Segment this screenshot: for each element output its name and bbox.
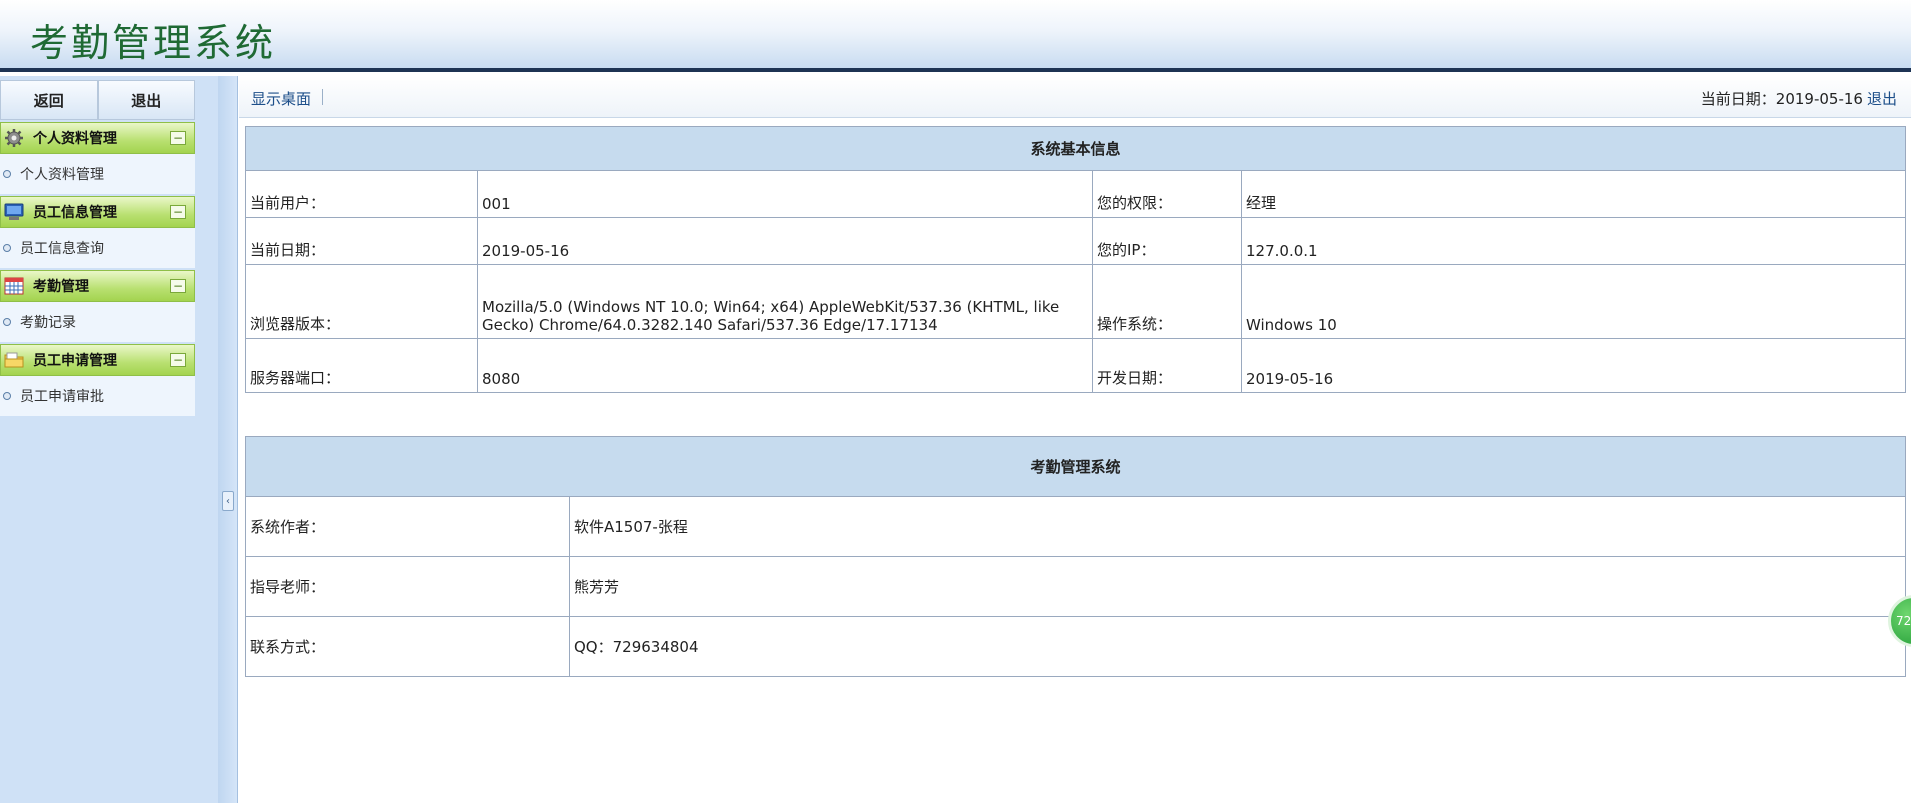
info-key: 开发日期： [1092,338,1242,393]
info-value: Mozilla/5.0 (Windows NT 10.0; Win64; x64… [477,264,1093,339]
info-key: 当前用户： [245,170,478,218]
main-content: 显示桌面 当前日期：2019-05-16 退出 系统基本信息 当前用户： 001… [239,76,1911,803]
info-value: 经理 [1240,170,1907,218]
back-button[interactable]: 返回 [0,80,98,120]
sidebar-item-personal-info[interactable]: 个人资料管理 [0,164,104,184]
sidebar-splitter[interactable]: ‹ [218,76,238,803]
bullet-icon [3,244,11,252]
sidebar-group-body: 员工信息查询 [0,228,195,268]
bullet-icon [3,392,11,400]
toolbar-divider [322,89,323,105]
info-key: 您的权限： [1092,170,1242,218]
system-info-title: 系统基本信息 [244,126,1907,171]
sidebar-group-employee-info[interactable]: 员工信息管理 − [0,196,195,228]
info-key: 当前日期： [245,217,478,265]
about-key: 指导老师： [245,556,570,617]
sidebar: 返回 退出 个人资料管理 − 个人资料管理 员工信息管理 − 员工信息查询 考勤… [0,76,218,803]
show-desktop-link[interactable]: 显示桌面 [251,88,311,109]
table-row: 系统作者： 软件A1507-张程 [245,496,1907,557]
info-value: 001 [477,170,1093,218]
collapse-sidebar-icon[interactable]: ‹ [222,491,234,511]
info-value: 8080 [477,338,1093,393]
sidebar-item-request-approval[interactable]: 员工申请审批 [0,386,104,406]
toolbar: 显示桌面 当前日期：2019-05-16 退出 [239,76,1911,118]
bullet-icon [3,318,11,326]
app-title: 考勤管理系统 [30,21,277,65]
logout-button[interactable]: 退出 [97,80,195,120]
collapse-icon[interactable]: − [170,279,186,293]
info-value: 2019-05-16 [1240,338,1907,393]
sidebar-item-attendance-records[interactable]: 考勤记录 [0,312,76,332]
table-row: 联系方式： QQ：729634804 [245,616,1907,677]
table-row: 浏览器版本： Mozilla/5.0 (Windows NT 10.0; Win… [245,264,1907,339]
calendar-icon [3,276,25,296]
table-row: 指导老师： 熊芳芳 [245,556,1907,617]
about-title: 考勤管理系统 [244,436,1907,497]
bullet-icon [3,170,11,178]
info-key: 服务器端口： [245,338,478,393]
table-row: 服务器端口： 8080 开发日期： 2019-05-16 [245,338,1907,393]
about-key: 联系方式： [245,616,570,677]
sidebar-item-employee-query[interactable]: 员工信息查询 [0,238,104,258]
collapse-icon[interactable]: − [170,353,186,367]
folder-icon [3,350,25,370]
app-header: 考勤管理系统 [0,0,1911,72]
logout-link[interactable]: 退出 [1867,88,1897,109]
about-table: 考勤管理系统 系统作者： 软件A1507-张程 指导老师： 熊芳芳 联系方式： … [244,436,1907,677]
table-row: 当前用户： 001 您的权限： 经理 [245,170,1907,218]
table-row: 当前日期： 2019-05-16 您的IP： 127.0.0.1 [245,217,1907,265]
about-key: 系统作者： [245,496,570,557]
sidebar-top-buttons: 返回 退出 [0,80,195,120]
sidebar-group-body: 个人资料管理 [0,154,195,194]
about-value: 软件A1507-张程 [568,496,1907,557]
info-value: 127.0.0.1 [1240,217,1907,265]
about-value: 熊芳芳 [568,556,1907,617]
current-date-area: 当前日期：2019-05-16 退出 [1701,88,1897,109]
collapse-icon[interactable]: − [170,205,186,219]
gear-icon [3,128,25,148]
sidebar-item-label: 员工申请审批 [20,389,104,405]
sidebar-item-label: 员工信息查询 [20,241,104,257]
collapse-icon[interactable]: − [170,131,186,145]
sidebar-group-attendance[interactable]: 考勤管理 − [0,270,195,302]
info-key: 操作系统： [1092,264,1242,339]
sidebar-item-label: 考勤记录 [20,315,76,331]
sidebar-group-body: 员工申请审批 [0,376,195,416]
system-info-table: 系统基本信息 当前用户： 001 您的权限： 经理 当前日期： 2019-05-… [244,126,1907,393]
info-value: 2019-05-16 [477,217,1093,265]
info-key: 您的IP： [1092,217,1242,265]
sidebar-group-label: 员工信息管理 [33,205,117,221]
sidebar-item-label: 个人资料管理 [20,167,104,183]
sidebar-group-label: 员工申请管理 [33,353,117,369]
sidebar-menu: 返回 退出 个人资料管理 − 个人资料管理 员工信息管理 − 员工信息查询 考勤… [0,80,195,416]
about-value: QQ：729634804 [568,616,1907,677]
sidebar-group-employee-requests[interactable]: 员工申请管理 − [0,344,195,376]
sidebar-group-body: 考勤记录 [0,302,195,342]
computer-icon [3,202,25,222]
sidebar-group-label: 个人资料管理 [33,131,117,147]
info-value: Windows 10 [1240,264,1907,339]
sidebar-group-personal-info[interactable]: 个人资料管理 − [0,122,195,154]
sidebar-group-label: 考勤管理 [33,279,89,295]
current-date: 当前日期：2019-05-16 [1700,90,1863,108]
info-key: 浏览器版本： [245,264,478,339]
